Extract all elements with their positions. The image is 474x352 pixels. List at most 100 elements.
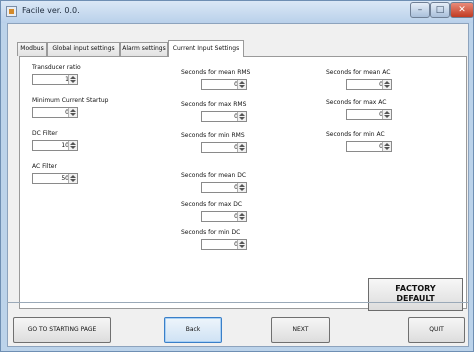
spinner-arrows[interactable] — [68, 75, 77, 84]
arrow-down-icon[interactable] — [239, 245, 245, 248]
arrow-down-icon[interactable] — [384, 115, 390, 118]
seconds-max-ac-spinner[interactable]: 0 — [346, 109, 392, 120]
spinner-arrows[interactable] — [68, 141, 77, 150]
arrow-down-icon[interactable] — [239, 217, 245, 220]
window-title: Facile ver. 0.0. — [22, 6, 80, 15]
spinner-arrows[interactable] — [237, 112, 246, 121]
tab-alarm-settings[interactable]: Alarm settings — [120, 42, 168, 56]
back-button[interactable]: Back — [164, 317, 222, 343]
arrow-up-icon[interactable] — [239, 184, 245, 187]
seconds-max-rms-label: Seconds for max RMS — [181, 101, 247, 108]
close-button[interactable]: ✕ — [450, 2, 474, 18]
app-icon — [6, 6, 17, 17]
arrow-down-icon[interactable] — [70, 179, 76, 182]
arrow-down-icon[interactable] — [70, 80, 76, 83]
spinner-arrows[interactable] — [237, 143, 246, 152]
dc-filter-value[interactable]: 10 — [33, 141, 69, 150]
maximize-button[interactable]: □ — [430, 2, 450, 18]
tab-global-input-settings[interactable]: Global input settings — [47, 42, 120, 56]
seconds-mean-dc-spinner[interactable]: 0 — [201, 182, 247, 193]
arrow-up-icon[interactable] — [384, 143, 390, 146]
arrow-up-icon[interactable] — [239, 113, 245, 116]
arrow-up-icon[interactable] — [70, 109, 76, 112]
transducer-ratio-spinner[interactable]: 1 — [32, 74, 78, 85]
spinner-arrows[interactable] — [382, 110, 391, 119]
title-bar[interactable]: Facile ver. 0.0. – □ ✕ — [1, 1, 474, 23]
arrow-up-icon[interactable] — [384, 81, 390, 84]
minimum-current-startup-value[interactable]: 0 — [33, 108, 69, 117]
spinner-arrows[interactable] — [237, 240, 246, 249]
spinner-arrows[interactable] — [237, 80, 246, 89]
arrow-down-icon[interactable] — [70, 146, 76, 149]
transducer-ratio-label: Transducer ratio — [32, 64, 81, 71]
arrow-up-icon[interactable] — [239, 213, 245, 216]
seconds-mean-rms-value[interactable]: 0 — [202, 80, 238, 89]
seconds-mean-dc-label: Seconds for mean DC — [181, 172, 247, 179]
client-area: Modbus Global input settings Alarm setti… — [7, 23, 469, 347]
minimum-current-startup-spinner[interactable]: 0 — [32, 107, 78, 118]
spinner-arrows[interactable] — [382, 80, 391, 89]
app-window: Facile ver. 0.0. – □ ✕ Modbus Global inp… — [0, 0, 474, 352]
factory-default-button[interactable]: FACTORY DEFAULT — [368, 278, 463, 311]
go-to-starting-page-button[interactable]: GO TO STARTING PAGE — [13, 317, 111, 343]
seconds-mean-rms-label: Seconds for mean RMS — [181, 69, 251, 76]
arrow-up-icon[interactable] — [239, 241, 245, 244]
seconds-max-rms-value[interactable]: 0 — [202, 112, 238, 121]
arrow-down-icon[interactable] — [239, 188, 245, 191]
arrow-up-icon[interactable] — [384, 111, 390, 114]
seconds-mean-rms-spinner[interactable]: 0 — [201, 79, 247, 90]
seconds-min-ac-value[interactable]: 0 — [347, 142, 383, 151]
factory-default-line1: FACTORY — [395, 284, 436, 293]
arrow-down-icon[interactable] — [70, 113, 76, 116]
seconds-min-rms-value[interactable]: 0 — [202, 143, 238, 152]
maximize-icon: □ — [435, 5, 445, 15]
seconds-max-dc-value[interactable]: 0 — [202, 212, 238, 221]
seconds-mean-ac-spinner[interactable]: 0 — [346, 79, 392, 90]
spinner-arrows[interactable] — [237, 212, 246, 221]
transducer-ratio-value[interactable]: 1 — [33, 75, 69, 84]
seconds-max-rms-spinner[interactable]: 0 — [201, 111, 247, 122]
spinner-arrows[interactable] — [68, 108, 77, 117]
bottom-divider — [7, 302, 469, 303]
minimum-current-startup-label: Minimum Current Startup — [32, 97, 109, 104]
arrow-up-icon[interactable] — [239, 81, 245, 84]
quit-button[interactable]: QUIT — [408, 317, 465, 343]
seconds-min-dc-label: Seconds for min DC — [181, 229, 241, 236]
arrow-up-icon[interactable] — [70, 175, 76, 178]
seconds-min-dc-value[interactable]: 0 — [202, 240, 238, 249]
ac-filter-label: AC Filter — [32, 163, 57, 170]
ac-filter-spinner[interactable]: 50 — [32, 173, 78, 184]
seconds-min-dc-spinner[interactable]: 0 — [201, 239, 247, 250]
next-button[interactable]: NEXT — [271, 317, 330, 343]
ac-filter-value[interactable]: 50 — [33, 174, 69, 183]
spinner-arrows[interactable] — [68, 174, 77, 183]
seconds-mean-ac-label: Seconds for mean AC — [326, 69, 391, 76]
seconds-min-ac-label: Seconds for min AC — [326, 131, 385, 138]
seconds-max-ac-value[interactable]: 0 — [347, 110, 383, 119]
seconds-mean-ac-value[interactable]: 0 — [347, 80, 383, 89]
dc-filter-spinner[interactable]: 10 — [32, 140, 78, 151]
seconds-max-dc-spinner[interactable]: 0 — [201, 211, 247, 222]
minimize-button[interactable]: – — [410, 2, 430, 18]
seconds-max-ac-label: Seconds for max AC — [326, 99, 387, 106]
arrow-down-icon[interactable] — [384, 85, 390, 88]
spinner-arrows[interactable] — [382, 142, 391, 151]
seconds-min-rms-spinner[interactable]: 0 — [201, 142, 247, 153]
spinner-arrows[interactable] — [237, 183, 246, 192]
arrow-up-icon[interactable] — [239, 144, 245, 147]
close-icon: ✕ — [458, 5, 466, 15]
tab-current-input-settings[interactable]: Current Input Settings — [168, 40, 244, 57]
seconds-max-dc-label: Seconds for max DC — [181, 201, 243, 208]
arrow-down-icon[interactable] — [239, 148, 245, 151]
seconds-min-ac-spinner[interactable]: 0 — [346, 141, 392, 152]
arrow-down-icon[interactable] — [239, 85, 245, 88]
arrow-up-icon[interactable] — [70, 142, 76, 145]
dc-filter-label: DC Filter — [32, 130, 58, 137]
arrow-down-icon[interactable] — [384, 147, 390, 150]
minimize-icon: – — [417, 5, 423, 15]
seconds-min-rms-label: Seconds for min RMS — [181, 132, 245, 139]
seconds-mean-dc-value[interactable]: 0 — [202, 183, 238, 192]
arrow-down-icon[interactable] — [239, 117, 245, 120]
tab-modbus[interactable]: Modbus — [17, 42, 47, 56]
arrow-up-icon[interactable] — [70, 76, 76, 79]
